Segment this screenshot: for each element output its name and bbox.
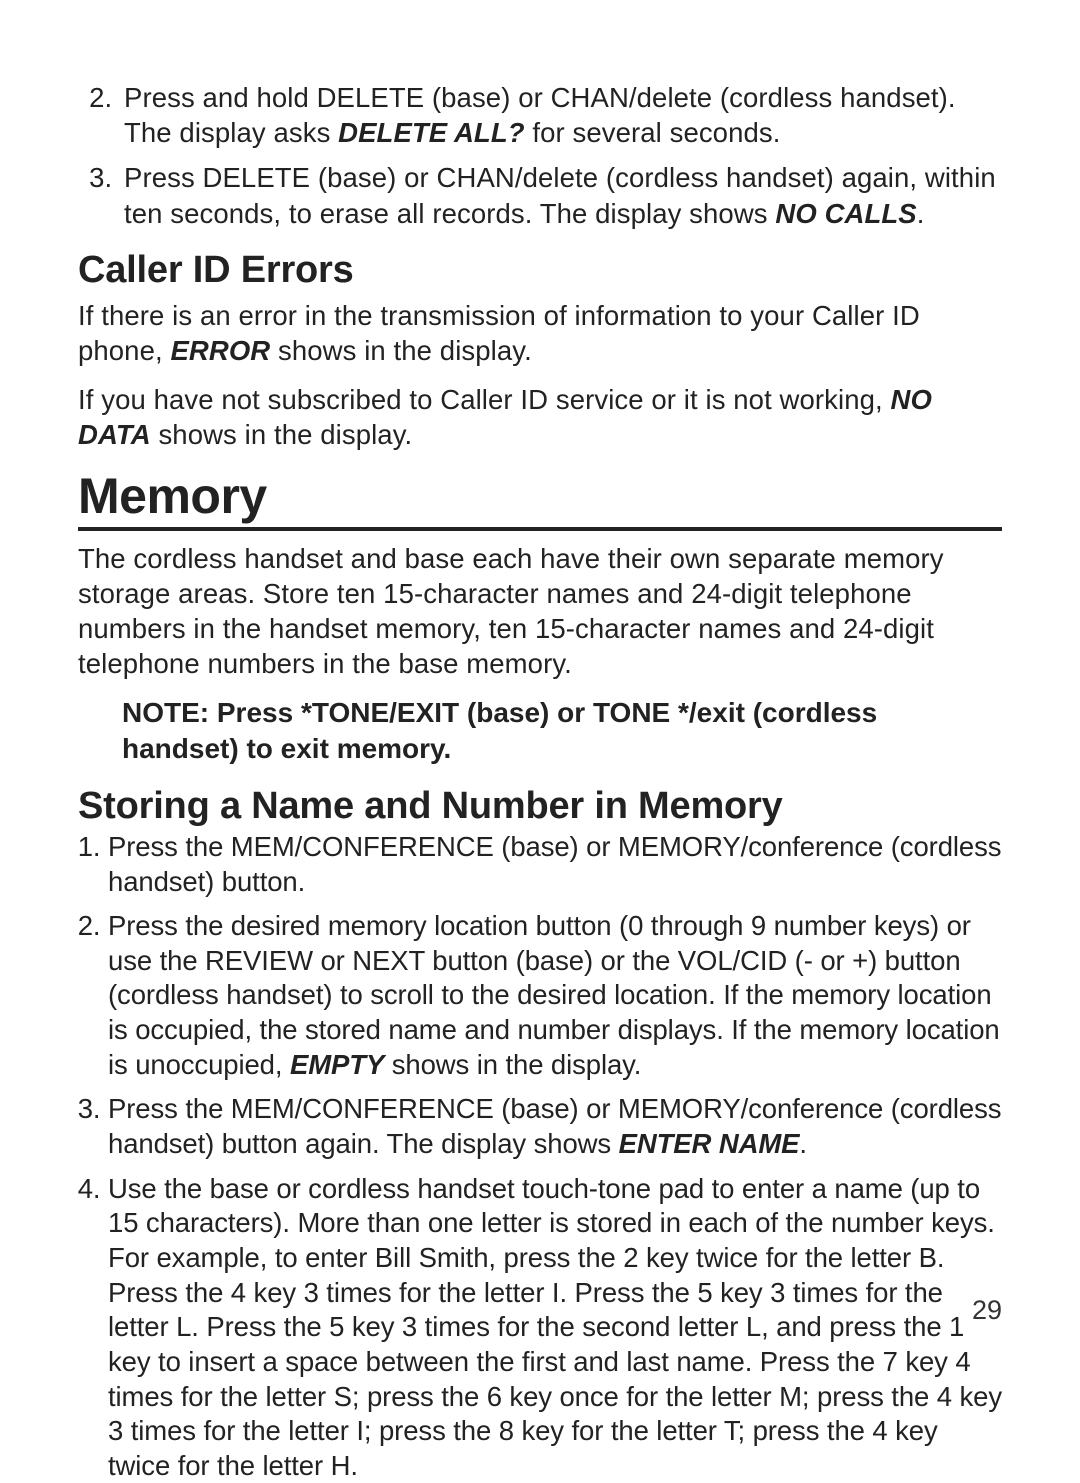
storing-step-1: Press the MEM/CONFERENCE (base) or MEMOR…	[108, 830, 1002, 899]
manual-page: Press and hold DELETE (base) or CHAN/del…	[0, 0, 1080, 1374]
storing-step-2-b: shows in the display.	[384, 1049, 641, 1080]
caller-id-p1-em: ERROR	[170, 335, 270, 366]
caller-id-p1-b: shows in the display.	[270, 335, 532, 366]
caller-id-p2-b: shows in the display.	[151, 419, 413, 450]
caller-id-errors-heading: Caller ID Errors	[78, 249, 1002, 292]
storing-steps: Press the MEM/CONFERENCE (base) or MEMOR…	[78, 830, 1002, 1483]
storing-step-2: Press the desired memory location button…	[108, 909, 1002, 1082]
step-3: Press DELETE (base) or CHAN/delete (cord…	[120, 160, 1002, 230]
storing-step-2-em: EMPTY	[290, 1049, 384, 1080]
step-3-text-b: .	[917, 198, 925, 229]
step-2: Press and hold DELETE (base) or CHAN/del…	[120, 80, 1002, 150]
storing-step-3-a: Press the MEM/CONFERENCE (base) or MEMOR…	[108, 1093, 1001, 1159]
storing-heading: Storing a Name and Number in Memory	[78, 785, 1002, 828]
caller-id-p1: If there is an error in the transmission…	[78, 298, 1002, 368]
page-number: 29	[972, 1295, 1002, 1326]
caller-id-p2-a: If you have not subscribed to Caller ID …	[78, 384, 891, 415]
storing-step-4: Use the base or cordless handset touch-t…	[108, 1172, 1002, 1483]
step-3-emph: NO CALLS	[775, 198, 916, 229]
delete-records-steps: Press and hold DELETE (base) or CHAN/del…	[78, 80, 1002, 231]
caller-id-p2: If you have not subscribed to Caller ID …	[78, 382, 1002, 452]
step-2-emph: DELETE ALL?	[338, 117, 524, 148]
storing-step-3-em: ENTER NAME	[619, 1128, 800, 1159]
storing-step-3-b: .	[799, 1128, 807, 1159]
step-2-text-b: for several seconds.	[525, 117, 781, 148]
storing-step-3: Press the MEM/CONFERENCE (base) or MEMOR…	[108, 1092, 1002, 1161]
memory-heading: Memory	[78, 467, 1002, 531]
memory-intro: The cordless handset and base each have …	[78, 541, 1002, 682]
memory-note: NOTE: Press *TONE/EXIT (base) or TONE */…	[122, 695, 1002, 767]
